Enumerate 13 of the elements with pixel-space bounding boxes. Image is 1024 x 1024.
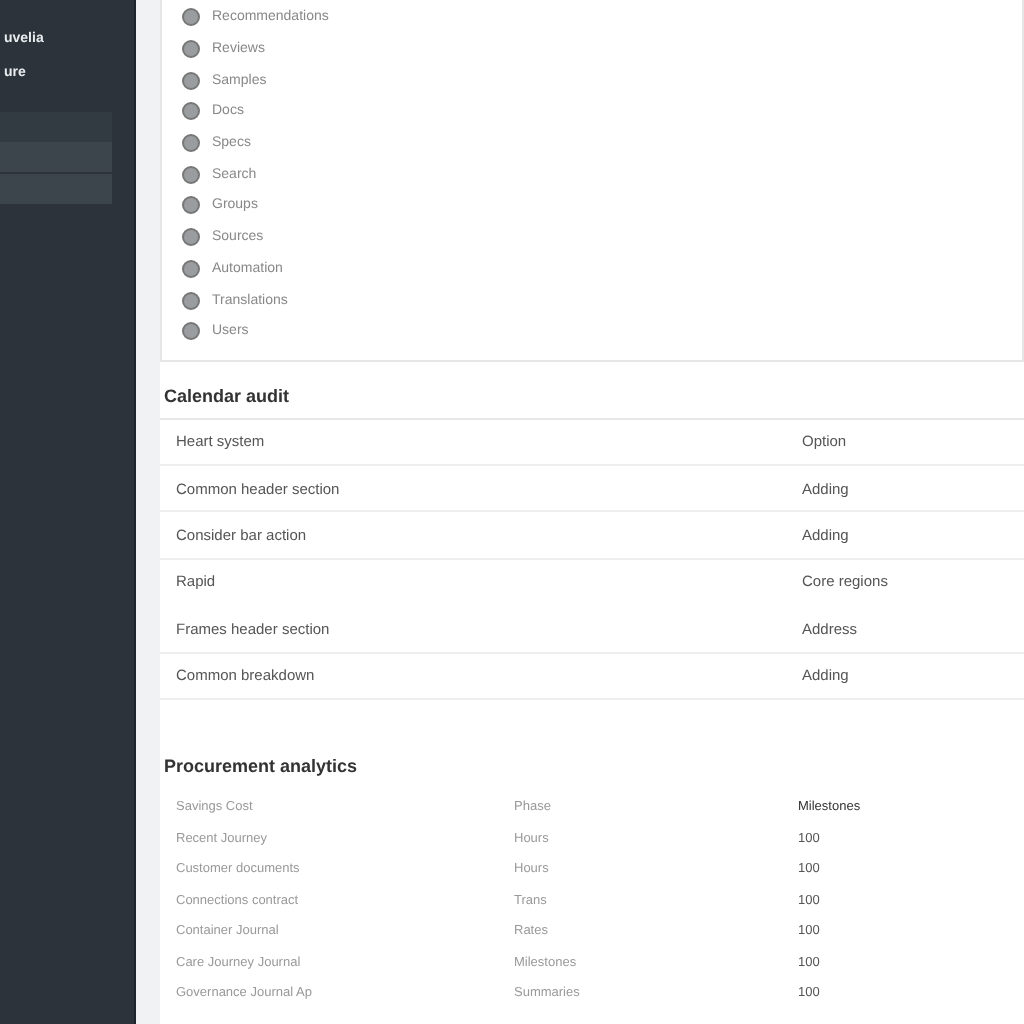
radio-button[interactable]: [182, 102, 200, 121]
radio-button[interactable]: [182, 71, 200, 90]
radio-button[interactable]: [182, 8, 200, 27]
radio-button[interactable]: [182, 134, 200, 153]
radio-button[interactable]: [182, 322, 200, 341]
section-title: Procurement analytics: [164, 755, 360, 776]
radio-button[interactable]: [182, 40, 200, 59]
radio-button[interactable]: [182, 196, 200, 215]
radio-button[interactable]: [182, 291, 200, 310]
radio-button[interactable]: [182, 259, 200, 278]
radio-button[interactable]: [182, 165, 200, 184]
section-title: Calendar audit: [164, 385, 292, 406]
radio-button[interactable]: [182, 228, 200, 247]
